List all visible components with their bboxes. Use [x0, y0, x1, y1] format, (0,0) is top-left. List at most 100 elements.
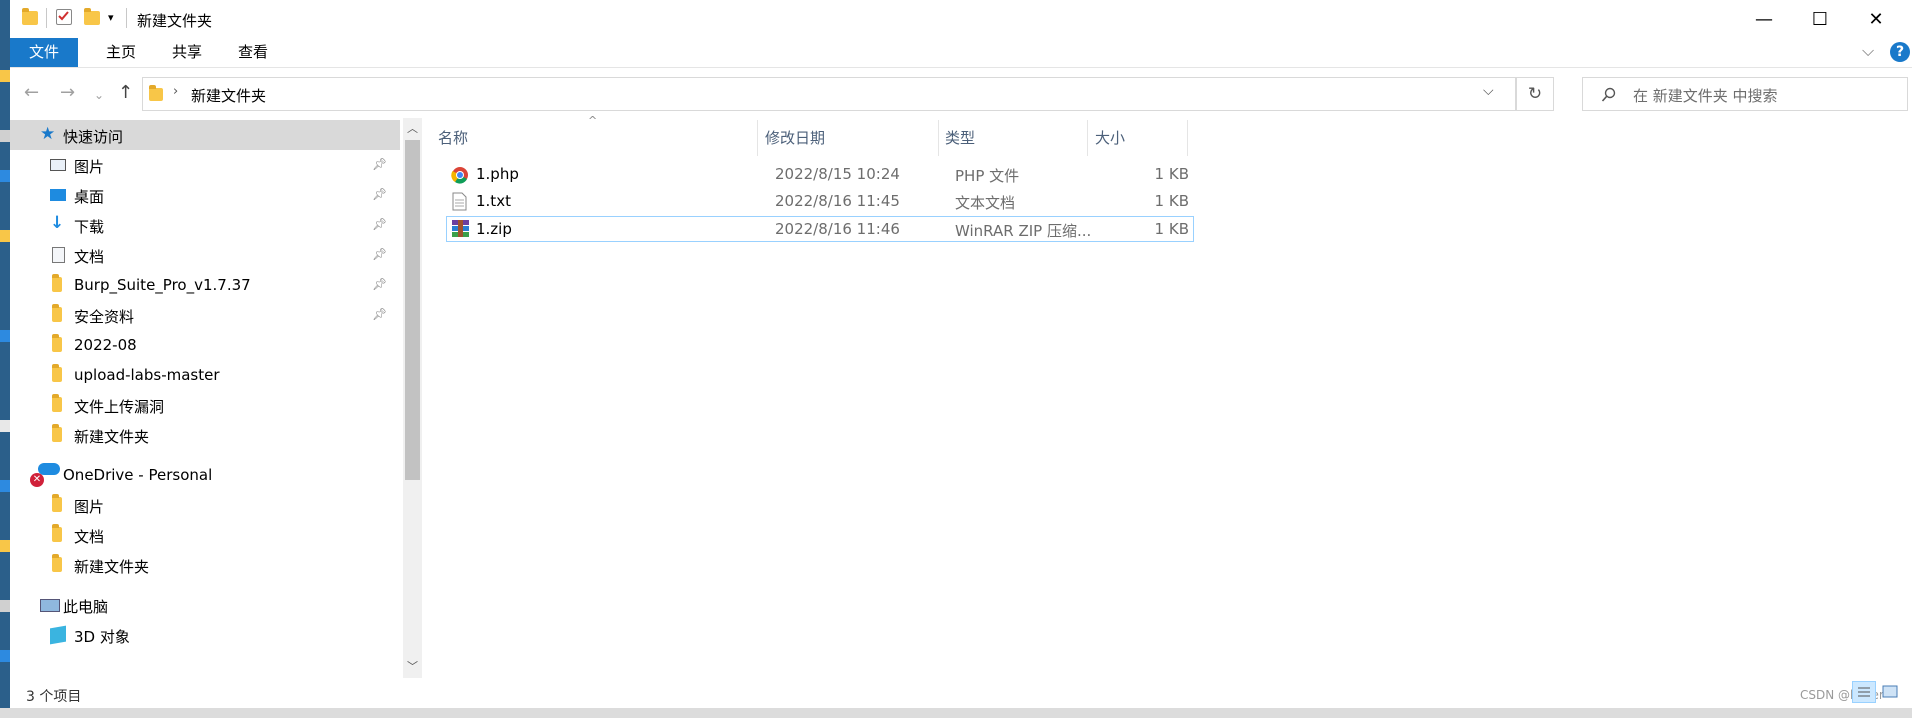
- nav-this-pc[interactable]: 此电脑: [10, 590, 400, 620]
- details-view-icon[interactable]: [1852, 681, 1876, 703]
- address-history-icon[interactable]: ⌵: [1483, 83, 1494, 99]
- pin-icon[interactable]: 📌︎: [372, 217, 387, 231]
- column-header-name[interactable]: 名称: [438, 118, 468, 158]
- tab-view[interactable]: 查看: [222, 38, 284, 67]
- nav-item-upload-vuln[interactable]: 文件上传漏洞: [10, 390, 400, 420]
- window-title: 新建文件夹: [137, 12, 213, 30]
- breadcrumb[interactable]: 新建文件夹: [191, 85, 266, 106]
- file-name: 1.txt: [476, 192, 511, 210]
- nav-label: 快速访问: [63, 128, 124, 146]
- search-box[interactable]: 在 新建文件夹 中搜索: [1582, 77, 1908, 111]
- nav-label: 文档: [74, 248, 105, 266]
- scroll-up-icon[interactable]: ︿: [407, 120, 418, 136]
- nav-scrollbar[interactable]: ︿ ﹀: [403, 118, 422, 678]
- maximize-button[interactable]: ☐: [1792, 0, 1848, 38]
- file-row[interactable]: 1.php 2022/8/15 10:24 PHP 文件 1 KB: [446, 162, 1194, 188]
- folder-icon: [52, 524, 62, 542]
- file-row-selected[interactable]: 1.zip 2022/8/16 11:46 WinRAR ZIP 压缩... 1…: [446, 216, 1194, 242]
- help-icon[interactable]: ?: [1890, 42, 1910, 62]
- nav-label: upload-labs-master: [74, 366, 220, 384]
- taskbar: [0, 708, 1912, 718]
- nav-item-upload-labs[interactable]: upload-labs-master: [10, 360, 400, 390]
- minimize-button[interactable]: —: [1736, 0, 1792, 38]
- scrollbar-thumb[interactable]: [405, 140, 420, 480]
- nav-item-2022-08[interactable]: 2022-08: [10, 330, 400, 360]
- nav-item-security-docs[interactable]: 安全资料 📌︎: [10, 300, 400, 330]
- column-header-type[interactable]: 类型: [945, 118, 975, 158]
- nav-item-onedrive-documents[interactable]: 文档: [10, 520, 400, 550]
- nav-label: Burp_Suite_Pro_v1.7.37: [74, 276, 251, 294]
- nav-item-onedrive-pictures[interactable]: 图片: [10, 490, 400, 520]
- divider: [46, 8, 47, 28]
- ribbon-tabs: 文件 主页 共享 查看 ⌵ ?: [10, 38, 1912, 68]
- column-header-size[interactable]: 大小: [1095, 118, 1125, 158]
- recent-locations-icon[interactable]: ⌄: [94, 88, 104, 102]
- breadcrumb-chevron-icon[interactable]: ›: [173, 84, 178, 99]
- nav-item-burp[interactable]: Burp_Suite_Pro_v1.7.37 📌︎: [10, 270, 400, 300]
- file-size: 1 KB: [1154, 220, 1189, 238]
- close-button[interactable]: ✕: [1848, 0, 1904, 38]
- nav-label: 图片: [74, 158, 105, 176]
- nav-label: 安全资料: [74, 308, 135, 326]
- file-size: 1 KB: [1154, 165, 1189, 183]
- file-name: 1.zip: [476, 220, 512, 238]
- file-type: 文本文档: [955, 194, 1016, 212]
- folder-icon: [52, 304, 62, 322]
- folder-icon: [52, 494, 62, 512]
- tab-share[interactable]: 共享: [156, 38, 218, 67]
- folder-icon: [52, 424, 62, 442]
- nav-onedrive[interactable]: ✕ OneDrive - Personal: [10, 460, 400, 490]
- folder-icon: [52, 364, 62, 382]
- expand-ribbon-icon[interactable]: ⌵: [1862, 41, 1874, 61]
- nav-label: 下载: [74, 218, 105, 236]
- new-folder-icon[interactable]: [84, 8, 100, 25]
- item-count: 3 个项目: [26, 689, 82, 705]
- back-button[interactable]: ←: [24, 82, 39, 103]
- tab-file[interactable]: 文件: [10, 38, 78, 67]
- nav-label: 文档: [74, 528, 105, 546]
- pin-icon[interactable]: 📌︎: [372, 277, 387, 291]
- nav-item-onedrive-new-folder[interactable]: 新建文件夹: [10, 550, 400, 580]
- forward-button[interactable]: →: [60, 82, 75, 103]
- nav-item-new-folder[interactable]: 新建文件夹: [10, 420, 400, 450]
- nav-label: 此电脑: [63, 598, 109, 616]
- winrar-icon: [452, 220, 469, 237]
- nav-item-downloads[interactable]: ↓ 下载 📌︎: [10, 210, 400, 240]
- folder-icon: [52, 274, 62, 292]
- pictures-icon: [50, 159, 66, 171]
- nav-item-3d-objects[interactable]: 3D 对象: [10, 620, 400, 650]
- up-button[interactable]: ↑: [118, 82, 133, 103]
- pin-icon[interactable]: 📌︎: [372, 187, 387, 201]
- tab-home[interactable]: 主页: [90, 38, 152, 67]
- nav-item-pictures[interactable]: 图片 📌︎: [10, 150, 400, 180]
- column-divider[interactable]: [757, 120, 758, 156]
- file-row[interactable]: 1.txt 2022/8/16 11:45 文本文档 1 KB: [446, 189, 1194, 215]
- folder-icon: [149, 85, 163, 101]
- pin-icon[interactable]: 📌︎: [372, 157, 387, 171]
- 3d-objects-icon: [50, 625, 66, 645]
- folder-icon: [52, 554, 62, 572]
- nav-item-documents[interactable]: 文档 📌︎: [10, 240, 400, 270]
- large-icons-view-icon[interactable]: [1880, 683, 1900, 701]
- column-header-date[interactable]: 修改日期: [765, 118, 825, 158]
- quick-access-dropdown-icon[interactable]: ▾: [108, 11, 114, 24]
- pin-icon[interactable]: 📌︎: [372, 307, 387, 321]
- desktop-edge: [0, 0, 10, 718]
- pin-icon[interactable]: 📌︎: [372, 247, 387, 261]
- nav-quick-access[interactable]: ★ 快速访问: [10, 120, 400, 150]
- column-divider[interactable]: [938, 120, 939, 156]
- search-input[interactable]: 在 新建文件夹 中搜索: [1633, 85, 1778, 106]
- scroll-down-icon[interactable]: ﹀: [407, 658, 418, 674]
- text-file-icon: [452, 192, 467, 211]
- address-bar[interactable]: › 新建文件夹 ⌵: [142, 77, 1516, 111]
- column-divider[interactable]: [1087, 120, 1088, 156]
- nav-item-desktop[interactable]: 桌面 📌︎: [10, 180, 400, 210]
- column-divider[interactable]: [1187, 120, 1188, 156]
- file-type: PHP 文件: [955, 167, 1020, 185]
- properties-icon[interactable]: [56, 9, 72, 25]
- star-icon: ★: [40, 124, 56, 144]
- refresh-button[interactable]: ↻: [1516, 77, 1554, 111]
- documents-icon: [52, 247, 65, 263]
- file-date: 2022/8/15 10:24: [775, 165, 900, 183]
- file-date: 2022/8/16 11:46: [775, 220, 900, 238]
